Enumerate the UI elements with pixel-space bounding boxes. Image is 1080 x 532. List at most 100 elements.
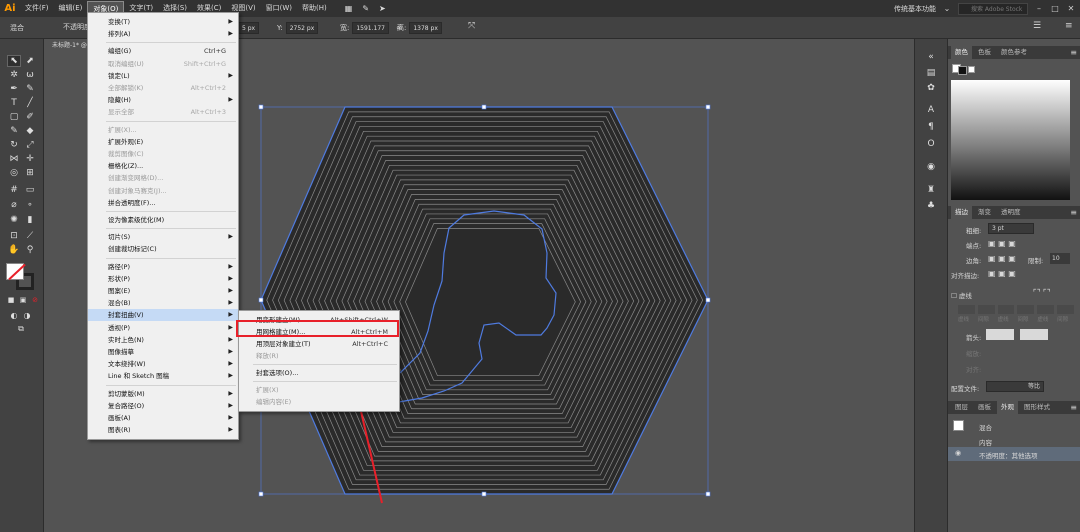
object-menu-item[interactable]: 混合(B) ▶ [88,297,238,309]
perspective-grid-tool-icon[interactable]: ⊞ [23,167,37,179]
appearance-row-opacity[interactable]: ◉ 不透明度：其他选项 [948,447,1080,461]
tab-graphic-styles[interactable]: 图形样式 [1020,401,1054,414]
object-menu-item[interactable]: 封套扭曲(V) ▶ [88,309,238,322]
tab-layers[interactable]: 图层 [951,401,972,414]
chevron-down-icon[interactable]: ⌄ [942,4,952,13]
dashed-checkbox[interactable]: ☐ 虚线 [951,290,972,300]
envelope-submenu-item[interactable]: 扩展(X) [239,384,399,396]
selection-handle[interactable] [705,297,711,303]
object-menu-item[interactable]: 编组(G) Ctrl+G [88,45,238,57]
object-menu-item[interactable]: 扩展(X)... [88,124,238,136]
panel-options-icon[interactable]: ≡ [1065,21,1073,31]
fill-stroke-swatch[interactable] [6,263,36,291]
tab-appearance[interactable]: 外观 [997,401,1018,414]
object-menu-item[interactable]: 图案(E) ▶ [88,285,238,297]
free-transform-tool-icon[interactable]: ✛ [23,153,37,165]
width-field[interactable]: 1591.177 [352,21,389,34]
envelope-submenu-item[interactable]: 用顶层对象建立(T) Alt+Ctrl+C [239,338,399,350]
layout-grid-icon[interactable]: ▦ [340,1,358,16]
hand-tool-icon[interactable]: ✋ [7,244,21,256]
club-icon[interactable]: ♣ [924,200,938,212]
close-icon[interactable]: ✕ [1066,4,1076,13]
object-menu-item[interactable]: 创建裁切标记(C) [88,243,238,255]
panel-menu-icon[interactable]: ≡ [1070,46,1077,59]
color-guide-icon[interactable]: ▤ [924,67,938,79]
menu-file[interactable]: 文件(F) [20,1,54,16]
object-menu-item[interactable]: 栅格化(Z)... [88,160,238,172]
object-menu-item[interactable]: 创建渐变网格(D)... [88,172,238,184]
object-menu-item[interactable]: 取消编组(U) Shift+Ctrl+G [88,58,238,70]
object-menu-item[interactable]: 扩展外观(E) [88,136,238,148]
selection-handle[interactable] [705,104,711,110]
align-stroke-buttons[interactable]: ▣ ▣ ▣ [988,269,1016,278]
tab-swatches[interactable]: 色板 [974,46,995,59]
dash-align-buttons[interactable]: ⌜⌝ ⌜⌝ [1033,288,1051,297]
brush-icon[interactable]: ✎ [357,1,374,16]
object-menu-item[interactable]: 实时上色(N) ▶ [88,334,238,346]
object-menu-item[interactable]: 文本绕排(W) ▶ [88,358,238,370]
selection-handle[interactable] [258,104,264,110]
slice-tool-icon[interactable]: ⟋ [23,230,37,242]
selection-handle[interactable] [481,104,487,110]
start-arrowhead-select[interactable] [986,329,1014,340]
envelope-submenu-item[interactable]: 编辑内容(E) [239,396,399,408]
panel-menu-icon[interactable]: ☰ [1033,21,1041,31]
selection-tool-icon[interactable]: ⬉ [7,55,21,67]
magic-wand-tool-icon[interactable]: ✲ [7,69,21,81]
document-tab[interactable]: 未标题-1* @ [46,39,93,53]
tab-transparency[interactable]: 透明度 [997,206,1025,219]
end-arrowhead-select[interactable] [1020,329,1048,340]
opentype-icon[interactable]: O [924,138,938,150]
width-tool-icon[interactable]: ⋈ [7,153,21,165]
shape-builder-tool-icon[interactable]: ◎ [7,167,21,179]
symbol-sprayer-tool-icon[interactable]: ✺ [7,214,21,226]
draw-behind-icon[interactable]: ◑ [20,309,34,321]
transform-icon[interactable]: ⤧ [468,21,475,31]
height-field[interactable]: 1378 px [409,21,442,34]
line-tool-icon[interactable]: ╱ [23,97,37,109]
object-menu-item[interactable]: 形状(P) ▶ [88,273,238,285]
workspace-switcher[interactable]: 传统基本功能 [894,4,936,14]
fill-swatch[interactable] [6,263,26,281]
artboard-tool-icon[interactable]: ⊡ [7,230,21,242]
puppet-icon[interactable]: ♜ [924,184,938,196]
panel-menu-icon[interactable]: ≡ [1070,401,1077,414]
selection-handle[interactable] [258,491,264,497]
column-graph-tool-icon[interactable]: ▮ [23,214,37,226]
tab-artboards[interactable]: 画板 [974,401,995,414]
fill-stroke-mini[interactable] [952,64,975,76]
profile-select[interactable]: 等比 [986,381,1044,392]
x-field[interactable]: 5 px [238,21,260,34]
tab-color-guide[interactable]: 颜色参考 [997,46,1031,59]
y-field[interactable]: 2752 px [285,21,319,34]
object-menu-item[interactable]: 全部解锁(K) Alt+Ctrl+2 [88,82,238,94]
draw-mode-icon[interactable]: ◐ [7,309,21,321]
object-menu-item[interactable]: 变换(T) ▶ [88,16,238,28]
object-menu-item[interactable]: 剪切蒙版(M) ▶ [88,388,238,400]
panel-menu-icon[interactable]: ≡ [1070,206,1077,219]
menu-window[interactable]: 窗口(W) [261,1,297,16]
object-menu-item[interactable]: Line 和 Sketch 图稿 ▶ [88,370,238,382]
menu-help[interactable]: 帮助(H) [297,1,332,16]
object-menu-item[interactable]: 裁剪图像(C) [88,148,238,160]
object-menu-item[interactable]: 拼合透明度(F)... [88,197,238,209]
eraser-tool-icon[interactable]: ◆ [23,125,37,137]
character-icon[interactable]: A [924,104,938,116]
object-menu-item[interactable]: 锁定(L) ▶ [88,70,238,82]
object-menu-item[interactable]: 画板(A) ▶ [88,412,238,424]
object-menu-item[interactable]: 设为像素级优化(M) [88,214,238,226]
blend-tool-icon[interactable]: ∘ [23,199,37,211]
tab-stroke[interactable]: 描边 [951,206,972,219]
rotate-tool-icon[interactable]: ↻ [7,139,21,151]
scale-tool-icon[interactable]: ⤢ [23,139,37,151]
envelope-submenu-item[interactable]: 释放(R) [239,350,399,362]
type-tool-icon[interactable]: T [7,97,21,109]
corner-buttons[interactable]: ▣ ▣ ▣ [988,254,1016,263]
object-menu-item[interactable]: 排列(A) ▶ [88,28,238,40]
shaper-tool-icon[interactable]: ✎ [7,125,21,137]
zoom-tool-icon[interactable]: ⚲ [23,244,37,256]
menu-edit[interactable]: 编辑(E) [54,1,88,16]
collapse-icon[interactable]: « [924,51,938,63]
appearance-row-contents[interactable]: 内容 [979,437,992,447]
object-menu-item[interactable]: 路径(P) ▶ [88,261,238,273]
